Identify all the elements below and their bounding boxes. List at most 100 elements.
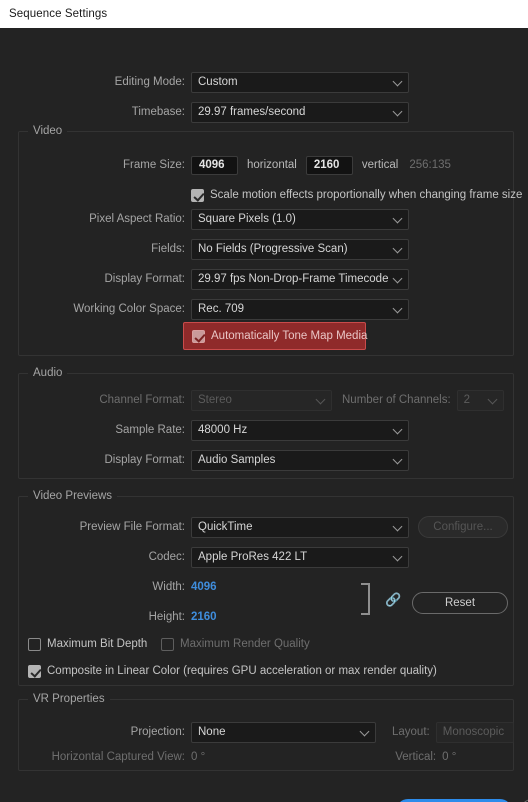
projection-row: Projection: None Layout: Monoscopic [0, 721, 528, 743]
video-display-format-value: 29.97 fps Non-Drop-Frame Timecode [198, 273, 389, 285]
scale-motion-effects-checkbox-row[interactable]: Scale motion effects proportionally when… [191, 184, 522, 206]
reset-button-label: Reset [444, 597, 476, 609]
maximum-render-quality-checkbox-row[interactable]: Maximum Render Quality [161, 633, 310, 655]
pixel-aspect-ratio-value: Square Pixels (1.0) [198, 213, 296, 225]
layout-dropdown[interactable]: Monoscopic [435, 721, 514, 743]
chevron-down-icon [392, 243, 403, 254]
channel-format-row: Channel Format: Stereo Number of Channel… [0, 389, 528, 411]
timebase-label: Timebase: [131, 106, 185, 118]
scale-motion-effects-label: Scale motion effects proportionally when… [210, 189, 523, 201]
timebase-value: 29.97 frames/second [198, 106, 306, 118]
pixel-aspect-ratio-row: Pixel Aspect Ratio: Square Pixels (1.0) [0, 208, 528, 230]
codec-label: Codec: [148, 551, 185, 563]
fields-label: Fields: [151, 243, 185, 255]
pixel-aspect-ratio-dropdown[interactable]: Square Pixels (1.0) [191, 208, 409, 230]
working-color-space-label: Working Color Space: [73, 303, 185, 315]
composite-linear-color-checkbox-row[interactable]: Composite in Linear Color (requires GPU … [28, 660, 437, 682]
chevron-down-icon [487, 394, 498, 405]
window-title: Sequence Settings [9, 8, 108, 20]
working-color-space-row: Working Color Space: Rec. 709 [0, 298, 528, 320]
video-previews-group-title: Video Previews [28, 490, 118, 502]
preview-height-value[interactable]: 2160 [191, 611, 217, 623]
audio-display-format-dropdown[interactable]: Audio Samples [191, 449, 409, 471]
pixel-aspect-ratio-label: Pixel Aspect Ratio: [89, 213, 185, 225]
sample-rate-value: 48000 Hz [198, 424, 248, 436]
horizontal-captured-view-row: Horizontal Captured View: 0 ° Vertical: … [0, 746, 528, 768]
projection-label: Projection: [130, 726, 185, 738]
chevron-down-icon [392, 273, 403, 284]
editing-mode-dropdown[interactable]: Custom [191, 71, 409, 93]
frame-size-label: Frame Size: [123, 159, 185, 171]
vr-properties-group-title: VR Properties [28, 693, 110, 705]
chevron-down-icon [392, 551, 403, 562]
video-group-title: Video [28, 125, 68, 137]
maximum-render-quality-checkbox[interactable] [161, 637, 174, 651]
preview-width-value[interactable]: 4096 [191, 581, 217, 593]
dimension-link-bracket [361, 583, 370, 615]
projection-dropdown[interactable]: None [191, 721, 376, 743]
maximum-bit-depth-checkbox-row[interactable]: Maximum Bit Depth [28, 633, 147, 655]
automatically-tone-map-media-checkbox[interactable] [192, 329, 205, 343]
maximum-bit-depth-label: Maximum Bit Depth [47, 638, 148, 650]
chevron-down-icon [392, 424, 403, 435]
working-color-space-dropdown[interactable]: Rec. 709 [191, 298, 409, 320]
sample-rate-dropdown[interactable]: 48000 Hz [191, 419, 409, 441]
horizontal-captured-view-label: Horizontal Captured View: [51, 751, 185, 763]
channel-format-dropdown[interactable]: Stereo [191, 389, 332, 411]
frame-size-vertical-input[interactable]: 2160 [305, 155, 353, 175]
frame-size-vertical-unit: vertical [361, 159, 399, 171]
editing-mode-value: Custom [198, 76, 238, 88]
chevron-down-icon [392, 213, 403, 224]
vertical-value[interactable]: 0 ° [442, 751, 456, 763]
audio-group-title: Audio [28, 367, 68, 379]
frame-size-row: Frame Size: 4096 horizontal 2160 vertica… [0, 154, 528, 176]
video-display-format-row: Display Format: 29.97 fps Non-Drop-Frame… [0, 268, 528, 290]
chevron-down-icon [359, 726, 370, 737]
audio-display-format-label: Display Format: [104, 454, 185, 466]
configure-button-label: Configure... [433, 521, 493, 533]
frame-size-vertical-value: 2160 [313, 159, 340, 171]
frame-size-horizontal-unit: horizontal [247, 159, 297, 171]
editing-mode-label: Editing Mode: [114, 76, 185, 88]
number-of-channels-dropdown[interactable]: 2 [456, 389, 504, 411]
automatically-tone-map-media-highlight[interactable]: Automatically Tone Map Media [183, 322, 367, 350]
frame-size-horizontal-input[interactable]: 4096 [191, 155, 238, 175]
vertical-label: Vertical: [395, 751, 437, 763]
preview-file-format-dropdown[interactable]: QuickTime [191, 516, 409, 538]
chevron-down-icon [392, 521, 403, 532]
channel-format-value: Stereo [198, 394, 232, 406]
codec-row: Codec: Apple ProRes 422 LT [0, 546, 528, 568]
scale-motion-effects-checkbox[interactable] [191, 188, 204, 202]
sample-rate-row: Sample Rate: 48000 Hz [0, 419, 528, 441]
number-of-channels-value: 2 [463, 394, 471, 406]
video-display-format-dropdown[interactable]: 29.97 fps Non-Drop-Frame Timecode [191, 268, 409, 290]
fields-row: Fields: No Fields (Progressive Scan) [0, 238, 528, 260]
codec-value: Apple ProRes 422 LT [198, 551, 308, 563]
fields-value: No Fields (Progressive Scan) [198, 243, 348, 255]
reset-button[interactable]: Reset [412, 592, 508, 614]
projection-value: None [198, 726, 226, 738]
channel-format-label: Channel Format: [99, 394, 185, 406]
preview-width-label: Width: [152, 581, 185, 593]
preview-height-label: Height: [148, 611, 185, 623]
chevron-down-icon [315, 394, 326, 405]
frame-size-aspect-ratio: 256:135 [409, 159, 451, 171]
editing-mode-row: Editing Mode: Custom [0, 71, 528, 93]
sample-rate-label: Sample Rate: [115, 424, 185, 436]
chevron-down-icon [392, 76, 403, 87]
composite-linear-color-checkbox[interactable] [28, 664, 41, 678]
configure-button[interactable]: Configure... [418, 516, 508, 538]
audio-display-format-row: Display Format: Audio Samples [0, 449, 528, 471]
window-titlebar: Sequence Settings [0, 0, 528, 28]
preview-file-format-value: QuickTime [198, 521, 253, 533]
timebase-dropdown[interactable]: 29.97 frames/second [191, 101, 409, 123]
maximum-render-quality-label: Maximum Render Quality [180, 638, 310, 650]
chevron-down-icon [392, 106, 403, 117]
layout-value: Monoscopic [442, 726, 505, 738]
fields-dropdown[interactable]: No Fields (Progressive Scan) [191, 238, 409, 260]
codec-dropdown[interactable]: Apple ProRes 422 LT [191, 546, 409, 568]
chain-link-icon[interactable]: 🔗 [385, 593, 401, 606]
maximum-bit-depth-checkbox[interactable] [28, 637, 41, 651]
video-display-format-label: Display Format: [104, 273, 185, 285]
horizontal-captured-view-value[interactable]: 0 ° [191, 751, 205, 763]
